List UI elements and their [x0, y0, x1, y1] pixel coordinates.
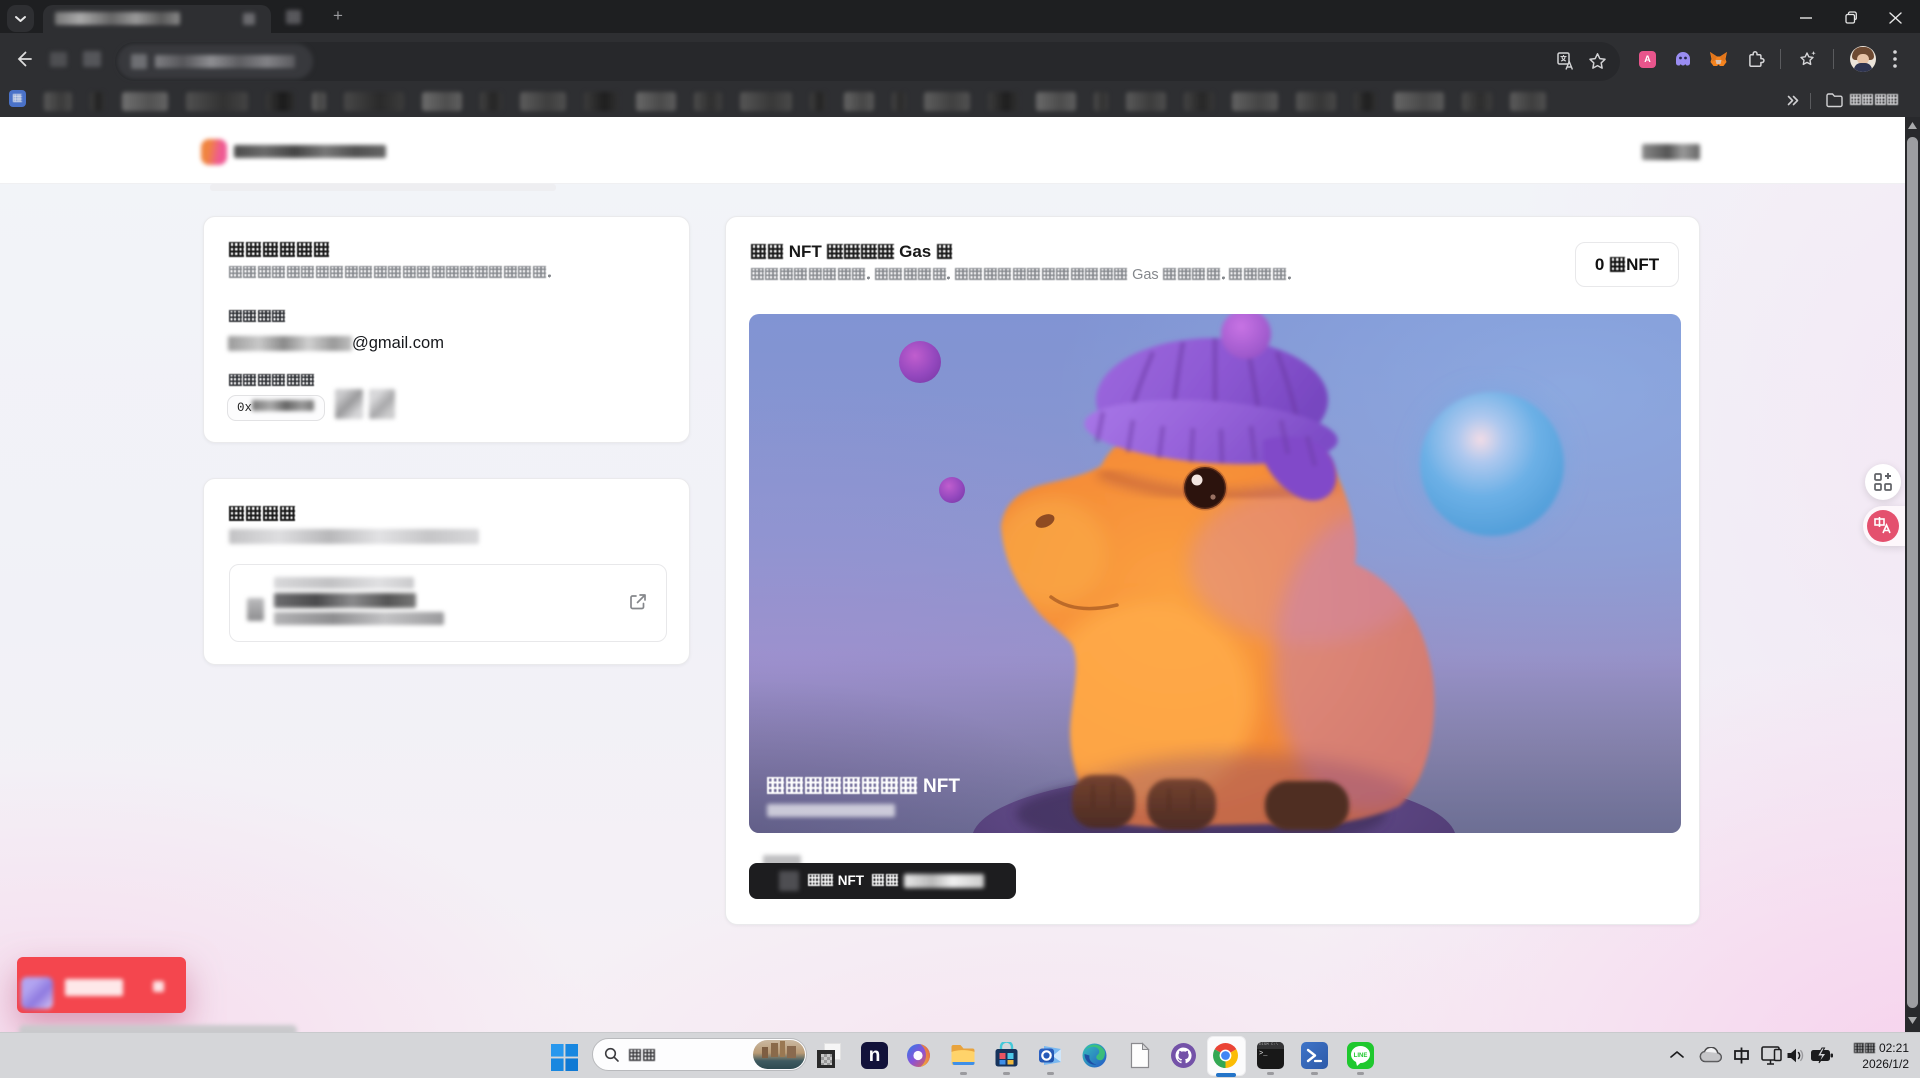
svg-text:LINE: LINE [1354, 1053, 1368, 1059]
